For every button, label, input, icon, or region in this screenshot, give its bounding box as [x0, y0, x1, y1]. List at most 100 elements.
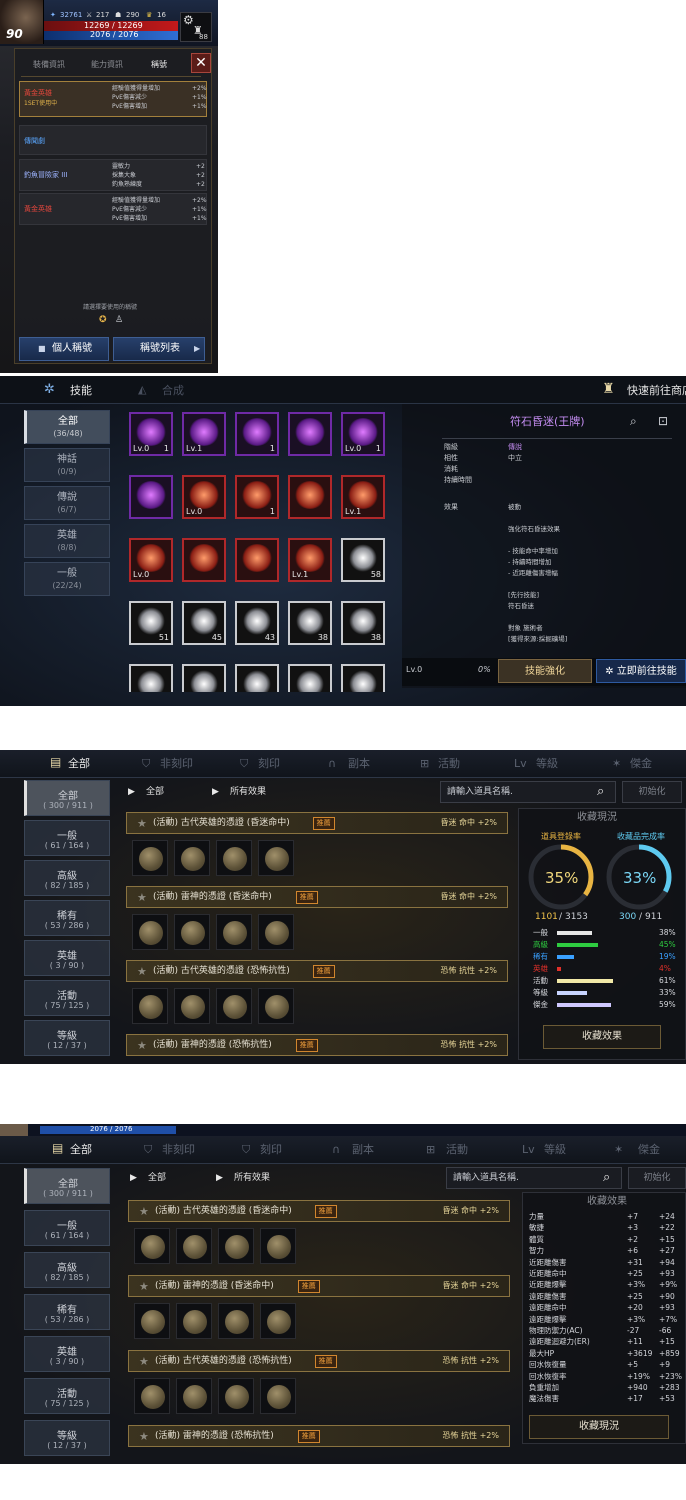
filter-effect[interactable]: 所有效果 [230, 788, 266, 797]
coin-slot[interactable] [218, 1228, 254, 1264]
search-icon[interactable]: ⌕ [603, 1171, 610, 1184]
coin-slot[interactable] [174, 914, 210, 950]
skill-slot[interactable] [235, 538, 279, 582]
skill-slot[interactable] [341, 664, 385, 692]
coin-slot[interactable] [258, 914, 294, 950]
skill-slot[interactable]: 58 [341, 538, 385, 582]
title-item-0[interactable]: 黃金英雄 1SET使用中 經驗值獲得量增加 +2% PvE傷害減少 +1% Pv… [19, 81, 207, 117]
skill-slot[interactable]: 1 [235, 475, 279, 519]
star-icon[interactable]: ★ [139, 1355, 149, 1368]
nav-0[interactable]: 全部( 300 / 911 ) [24, 780, 110, 816]
coin-slot[interactable] [258, 840, 294, 876]
skill-slot[interactable]: 43 [235, 601, 279, 645]
personal-title-button[interactable]: ■ 個人稱號 [19, 337, 109, 361]
skill-slot[interactable] [288, 412, 332, 456]
search-icon[interactable]: ⌕ [630, 415, 637, 427]
collection-item[interactable]: ★ (活動) 雷神的憑證 (昏迷命中) 推薦 昏迷 命中 +2% [126, 886, 508, 908]
skill-slot[interactable]: Lv.0 1 [129, 412, 173, 456]
avatar[interactable] [0, 1124, 28, 1136]
title-item-1[interactable]: 傳聞劇 [19, 125, 207, 155]
tab-level[interactable]: 等級 [536, 758, 558, 769]
skill-slot[interactable]: Lv.0 [129, 538, 173, 582]
filter-grade[interactable]: 全部 [146, 788, 164, 797]
skill-slot[interactable]: Lv.1 [341, 475, 385, 519]
collection-item[interactable]: ★ (活動) 雷神的憑證 (恐怖抗性) 推薦 恐怖 抗性 +2% [128, 1425, 510, 1447]
coin-slot[interactable] [132, 914, 168, 950]
coin-slot[interactable] [216, 840, 252, 876]
nav-5[interactable]: 活動( 75 / 125 ) [24, 980, 110, 1016]
coin-slot[interactable] [176, 1228, 212, 1264]
title-item-3[interactable]: 黃金英雄 經驗值獲得量增加 +2% PvE傷害減少 +1% PvE傷害增加 +1… [19, 193, 207, 225]
nav-myth[interactable]: 神話 (0/9) [24, 448, 110, 482]
settings-button[interactable]: ⚙ ♜ 88 [180, 12, 212, 42]
coin-slot[interactable] [132, 988, 168, 1024]
search-icon[interactable]: ⌕ [597, 785, 604, 798]
coin-slot[interactable] [258, 988, 294, 1024]
coin-slot[interactable] [260, 1303, 296, 1339]
tab-dungeon[interactable]: 副本 [352, 1144, 374, 1155]
tab-engraved[interactable]: 刻印 [258, 758, 280, 769]
nav-3[interactable]: 稀有( 53 / 286 ) [24, 1294, 110, 1330]
reset-button[interactable]: 初始化 [622, 781, 682, 803]
reset-button[interactable]: 初始化 [628, 1167, 686, 1189]
nav-hero[interactable]: 英雄 (8/8) [24, 524, 110, 558]
nav-0[interactable]: 全部( 300 / 911 ) [24, 1168, 110, 1204]
close-button[interactable]: ✕ [191, 53, 211, 73]
tab-dungeon[interactable]: 副本 [348, 758, 370, 769]
skill-slot[interactable]: 38 [288, 601, 332, 645]
title-item-2[interactable]: 釣魚冒險家 III 靈敏力 +2 採集大象 +2 釣魚熟練度 +2 [19, 159, 207, 191]
coin-slot[interactable] [134, 1303, 170, 1339]
skill-slot[interactable] [235, 664, 279, 692]
skill-slot[interactable]: 45 [182, 601, 226, 645]
tab-skill[interactable]: 技能 [70, 385, 92, 396]
collection-item[interactable]: ★ (活動) 古代英雄的憑證 (昏迷命中) 推薦 昏迷 命中 +2% [128, 1200, 510, 1222]
skill-slot[interactable]: Lv.1 [182, 412, 226, 456]
tab-event[interactable]: 活動 [438, 758, 460, 769]
skill-slot[interactable] [129, 475, 173, 519]
tab-compose[interactable]: 合成 [162, 385, 184, 396]
tab-level[interactable]: 等級 [544, 1144, 566, 1155]
nav-4[interactable]: 英雄( 3 / 90 ) [24, 940, 110, 976]
nav-4[interactable]: 英雄( 3 / 90 ) [24, 1336, 110, 1372]
coin-slot[interactable] [176, 1303, 212, 1339]
star-icon[interactable]: ★ [137, 891, 147, 904]
tab-jaegim[interactable]: 傑金 [630, 758, 652, 769]
coin-slot[interactable] [218, 1303, 254, 1339]
nav-1[interactable]: 一般( 61 / 164 ) [24, 820, 110, 856]
star-icon[interactable]: ★ [139, 1430, 149, 1443]
skill-slot[interactable]: 1 [235, 412, 279, 456]
star-icon[interactable]: ★ [137, 965, 147, 978]
go-skill-button[interactable]: ✲ 立即前往技能 [596, 659, 686, 683]
nav-all[interactable]: 全部 (36/48) [24, 410, 110, 444]
skill-enhance-button[interactable]: 技能強化 [498, 659, 592, 683]
coin-slot[interactable] [260, 1228, 296, 1264]
star-icon[interactable]: ★ [139, 1205, 149, 1218]
tab-title[interactable]: 稱號 [151, 61, 167, 69]
collection-effect-button[interactable]: 收藏效果 [543, 1025, 661, 1049]
quick-shop-link[interactable]: 快速前往商店 [627, 385, 686, 396]
skill-slot[interactable] [288, 664, 332, 692]
tab-ability-info[interactable]: 能力資訊 [91, 61, 123, 69]
tab-all[interactable]: 全部 [68, 758, 90, 769]
coin-slot[interactable] [218, 1378, 254, 1414]
collection-status-button[interactable]: 收藏現況 [529, 1415, 669, 1439]
tab-jaegim[interactable]: 傑金 [638, 1144, 660, 1155]
coin-slot[interactable] [176, 1378, 212, 1414]
skill-slot[interactable]: 51 [129, 601, 173, 645]
tab-equip-info[interactable]: 裝備資訊 [33, 61, 65, 69]
tab-non-engraved[interactable]: 非刻印 [162, 1144, 195, 1155]
tab-engraved[interactable]: 刻印 [260, 1144, 282, 1155]
star-icon[interactable]: ★ [137, 1039, 147, 1052]
filter-effect[interactable]: 所有效果 [234, 1174, 270, 1183]
nav-5[interactable]: 活動( 75 / 125 ) [24, 1378, 110, 1414]
coin-slot[interactable] [216, 914, 252, 950]
nav-6[interactable]: 等級( 12 / 37 ) [24, 1020, 110, 1056]
skill-slot[interactable]: Lv.0 [182, 475, 226, 519]
nav-2[interactable]: 高級( 82 / 185 ) [24, 860, 110, 896]
tab-event[interactable]: 活動 [446, 1144, 468, 1155]
star-icon[interactable]: ★ [137, 817, 147, 830]
tab-non-engraved[interactable]: 非刻印 [160, 758, 193, 769]
search-input[interactable]: 請輸入道具名稱. ⌕ [446, 1167, 622, 1189]
collection-item[interactable]: ★ (活動) 古代英雄的憑證 (恐怖抗性) 推薦 恐怖 抗性 +2% [126, 960, 508, 982]
collection-item[interactable]: ★ (活動) 雷神的憑證 (昏迷命中) 推薦 昏迷 命中 +2% [128, 1275, 510, 1297]
